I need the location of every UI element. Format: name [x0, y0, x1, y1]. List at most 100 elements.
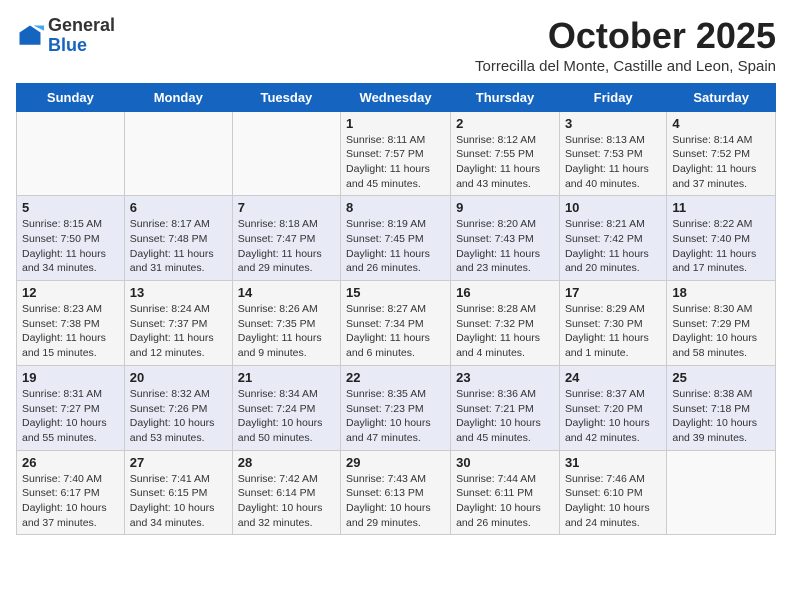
calendar-cell: 1 Sunrise: 8:11 AM Sunset: 7:57 PM Daylig…: [341, 111, 451, 196]
day-info: Sunrise: 8:21 AM Sunset: 7:42 PM Dayligh…: [565, 217, 661, 276]
calendar-cell: 23 Sunrise: 8:36 AM Sunset: 7:21 PM Dayli…: [451, 365, 560, 450]
day-number: 22: [346, 370, 445, 385]
page-header: General Blue October 2025 Torrecilla del…: [16, 16, 776, 75]
calendar-cell: 5Sunrise: 8:15 AM Sunset: 7:50 PM Daylig…: [17, 196, 125, 281]
day-number: 13: [130, 285, 227, 300]
day-info: Sunrise: 8:18 AM Sunset: 7:47 PM Dayligh…: [238, 217, 335, 276]
week-row-4: 19Sunrise: 8:31 AM Sunset: 7:27 PM Dayli…: [17, 365, 776, 450]
calendar-cell: 28 Sunrise: 7:42 AM Sunset: 6:14 PM Dayli…: [232, 450, 340, 535]
month-title: October 2025: [475, 16, 776, 56]
day-info: Sunrise: 8:30 AM Sunset: 7:29 PM Dayligh…: [672, 302, 770, 361]
day-number: 29: [346, 455, 445, 470]
logo: General Blue: [16, 16, 115, 56]
calendar-cell: 30 Sunrise: 7:44 AM Sunset: 6:11 PM Dayli…: [451, 450, 560, 535]
day-number: 20: [130, 370, 227, 385]
day-info: Sunrise: 8:38 AM Sunset: 7:18 PM Dayligh…: [672, 387, 770, 446]
calendar-cell: 14 Sunrise: 8:26 AM Sunset: 7:35 PM Dayli…: [232, 281, 340, 366]
logo-icon: [16, 22, 44, 50]
weekday-header-monday: Monday: [124, 83, 232, 111]
weekday-header-sunday: Sunday: [17, 83, 125, 111]
calendar-table: SundayMondayTuesdayWednesdayThursdayFrid…: [16, 83, 776, 536]
day-number: 27: [130, 455, 227, 470]
calendar-cell: 29 Sunrise: 7:43 AM Sunset: 6:13 PM Dayli…: [341, 450, 451, 535]
day-info: Sunrise: 8:20 AM Sunset: 7:43 PM Dayligh…: [456, 217, 554, 276]
day-info: Sunrise: 8:11 AM Sunset: 7:57 PM Dayligh…: [346, 133, 445, 192]
calendar-cell: [124, 111, 232, 196]
day-number: 1: [346, 116, 445, 131]
week-row-3: 12 Sunrise: 8:23 AM Sunset: 7:38 PM Dayli…: [17, 281, 776, 366]
title-block: October 2025 Torrecilla del Monte, Casti…: [475, 16, 776, 75]
day-number: 21: [238, 370, 335, 385]
calendar-cell: 8Sunrise: 8:19 AM Sunset: 7:45 PM Daylig…: [341, 196, 451, 281]
calendar-cell: 10 Sunrise: 8:21 AM Sunset: 7:42 PM Dayli…: [559, 196, 666, 281]
logo-blue-text: Blue: [48, 35, 87, 55]
day-number: 31: [565, 455, 661, 470]
calendar-cell: [232, 111, 340, 196]
day-info: Sunrise: 8:27 AM Sunset: 7:34 PM Dayligh…: [346, 302, 445, 361]
day-info: Sunrise: 8:12 AM Sunset: 7:55 PM Dayligh…: [456, 133, 554, 192]
weekday-header-saturday: Saturday: [667, 83, 776, 111]
day-info: Sunrise: 8:24 AM Sunset: 7:37 PM Dayligh…: [130, 302, 227, 361]
calendar-cell: [667, 450, 776, 535]
day-number: 9: [456, 200, 554, 215]
weekday-header-tuesday: Tuesday: [232, 83, 340, 111]
day-number: 16: [456, 285, 554, 300]
calendar-cell: 3Sunrise: 8:13 AM Sunset: 7:53 PM Daylig…: [559, 111, 666, 196]
logo-general-text: General: [48, 15, 115, 35]
day-info: Sunrise: 7:44 AM Sunset: 6:11 PM Dayligh…: [456, 472, 554, 531]
calendar-cell: 17 Sunrise: 8:29 AM Sunset: 7:30 PM Dayli…: [559, 281, 666, 366]
calendar-cell: 15Sunrise: 8:27 AM Sunset: 7:34 PM Dayli…: [341, 281, 451, 366]
calendar-cell: 18Sunrise: 8:30 AM Sunset: 7:29 PM Dayli…: [667, 281, 776, 366]
day-number: 10: [565, 200, 661, 215]
day-number: 6: [130, 200, 227, 215]
weekday-header-row: SundayMondayTuesdayWednesdayThursdayFrid…: [17, 83, 776, 111]
day-number: 17: [565, 285, 661, 300]
day-info: Sunrise: 7:46 AM Sunset: 6:10 PM Dayligh…: [565, 472, 661, 531]
day-number: 2: [456, 116, 554, 131]
weekday-header-friday: Friday: [559, 83, 666, 111]
day-info: Sunrise: 7:43 AM Sunset: 6:13 PM Dayligh…: [346, 472, 445, 531]
day-number: 28: [238, 455, 335, 470]
day-number: 4: [672, 116, 770, 131]
day-info: Sunrise: 8:15 AM Sunset: 7:50 PM Dayligh…: [22, 217, 119, 276]
day-info: Sunrise: 8:19 AM Sunset: 7:45 PM Dayligh…: [346, 217, 445, 276]
day-number: 12: [22, 285, 119, 300]
day-info: Sunrise: 8:37 AM Sunset: 7:20 PM Dayligh…: [565, 387, 661, 446]
day-info: Sunrise: 7:42 AM Sunset: 6:14 PM Dayligh…: [238, 472, 335, 531]
calendar-cell: 4 Sunrise: 8:14 AM Sunset: 7:52 PM Daylig…: [667, 111, 776, 196]
calendar-cell: [17, 111, 125, 196]
day-number: 23: [456, 370, 554, 385]
calendar-cell: 20 Sunrise: 8:32 AM Sunset: 7:26 PM Dayli…: [124, 365, 232, 450]
location-subtitle: Torrecilla del Monte, Castille and Leon,…: [475, 58, 776, 75]
day-info: Sunrise: 8:26 AM Sunset: 7:35 PM Dayligh…: [238, 302, 335, 361]
day-number: 11: [672, 200, 770, 215]
day-number: 3: [565, 116, 661, 131]
day-number: 24: [565, 370, 661, 385]
calendar-cell: 2 Sunrise: 8:12 AM Sunset: 7:55 PM Daylig…: [451, 111, 560, 196]
calendar-cell: 16Sunrise: 8:28 AM Sunset: 7:32 PM Dayli…: [451, 281, 560, 366]
day-info: Sunrise: 8:36 AM Sunset: 7:21 PM Dayligh…: [456, 387, 554, 446]
calendar-cell: 19Sunrise: 8:31 AM Sunset: 7:27 PM Dayli…: [17, 365, 125, 450]
day-info: Sunrise: 7:40 AM Sunset: 6:17 PM Dayligh…: [22, 472, 119, 531]
day-info: Sunrise: 8:32 AM Sunset: 7:26 PM Dayligh…: [130, 387, 227, 446]
day-info: Sunrise: 8:14 AM Sunset: 7:52 PM Dayligh…: [672, 133, 770, 192]
calendar-cell: 27Sunrise: 7:41 AM Sunset: 6:15 PM Dayli…: [124, 450, 232, 535]
weekday-header-wednesday: Wednesday: [341, 83, 451, 111]
day-number: 14: [238, 285, 335, 300]
day-info: Sunrise: 8:35 AM Sunset: 7:23 PM Dayligh…: [346, 387, 445, 446]
day-number: 30: [456, 455, 554, 470]
calendar-cell: 11 Sunrise: 8:22 AM Sunset: 7:40 PM Dayli…: [667, 196, 776, 281]
week-row-1: 1 Sunrise: 8:11 AM Sunset: 7:57 PM Daylig…: [17, 111, 776, 196]
calendar-cell: 22 Sunrise: 8:35 AM Sunset: 7:23 PM Dayli…: [341, 365, 451, 450]
calendar-cell: 9 Sunrise: 8:20 AM Sunset: 7:43 PM Daylig…: [451, 196, 560, 281]
weekday-header-thursday: Thursday: [451, 83, 560, 111]
calendar-cell: 25 Sunrise: 8:38 AM Sunset: 7:18 PM Dayli…: [667, 365, 776, 450]
calendar-cell: 7Sunrise: 8:18 AM Sunset: 7:47 PM Daylig…: [232, 196, 340, 281]
day-info: Sunrise: 8:23 AM Sunset: 7:38 PM Dayligh…: [22, 302, 119, 361]
day-number: 26: [22, 455, 119, 470]
day-info: Sunrise: 8:29 AM Sunset: 7:30 PM Dayligh…: [565, 302, 661, 361]
day-info: Sunrise: 8:22 AM Sunset: 7:40 PM Dayligh…: [672, 217, 770, 276]
calendar-cell: 13 Sunrise: 8:24 AM Sunset: 7:37 PM Dayli…: [124, 281, 232, 366]
calendar-cell: 21Sunrise: 8:34 AM Sunset: 7:24 PM Dayli…: [232, 365, 340, 450]
day-number: 25: [672, 370, 770, 385]
